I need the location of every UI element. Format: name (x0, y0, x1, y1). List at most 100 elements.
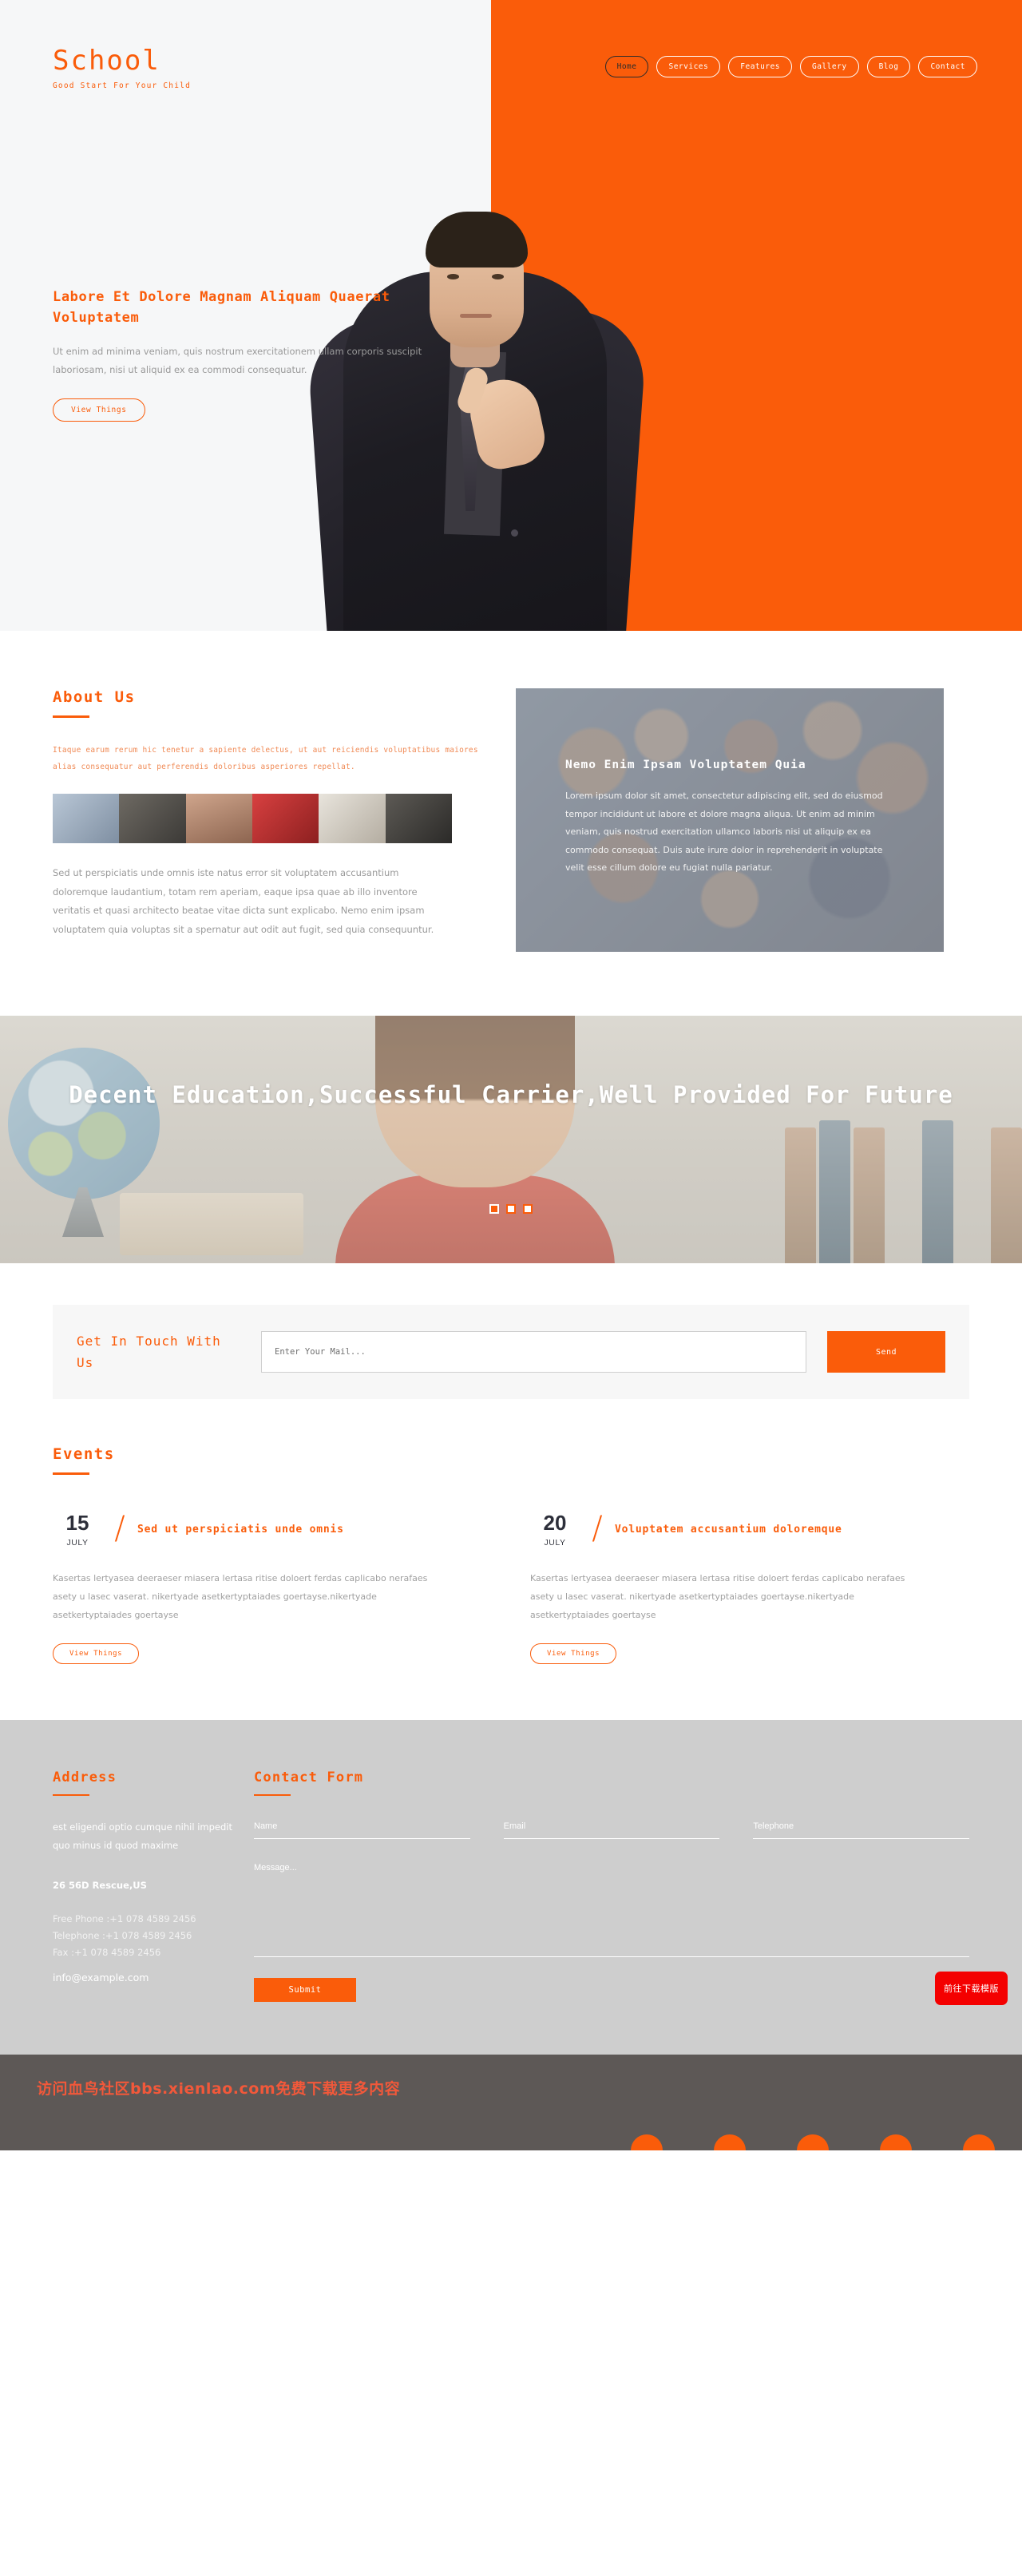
about-card-text: Lorem ipsum dolor sit amet, consectetur … (565, 791, 883, 874)
footer-free-phone: Free Phone :+1 078 4589 2456 (53, 1912, 196, 1924)
footer-name-field[interactable]: Name (254, 1821, 470, 1840)
about-card-copy: Nemo Enim Ipsam Voluptatem Quia Lorem ip… (565, 759, 893, 878)
slider-dot-3[interactable] (523, 1204, 533, 1214)
slider-pagination[interactable] (0, 1204, 1022, 1214)
about-photo-segment (53, 794, 120, 844)
about-photo-segment (319, 794, 386, 844)
slider-dot-2[interactable] (506, 1204, 516, 1214)
hero-description: Ut enim ad minima veniam, quis nostrum e… (53, 346, 422, 375)
figure-hair (426, 212, 528, 268)
about-photo-strip (53, 794, 452, 844)
hero-section: School Good Start For Your Child Home Se… (0, 0, 1022, 631)
watermark-text: 访问血鸟社区bbs.xienlao.com免费下载更多内容 (37, 2080, 401, 2098)
footer-submit-button[interactable]: Submit (254, 1978, 356, 2003)
footer-email-underline (503, 1838, 720, 1840)
about-body-text: Sed ut perspiciatis unde omnis iste natu… (53, 867, 434, 935)
download-template-float-button[interactable]: 前往下载模版 (935, 1972, 1008, 2006)
hero-copy: Labore Et Dolore Magnam Aliquam Quaerat … (53, 287, 436, 422)
linkedin-icon[interactable] (880, 2134, 912, 2151)
event-view-things-button[interactable]: View Things (530, 1643, 617, 1664)
about-card-title: Nemo Enim Ipsam Voluptatem Quia (565, 759, 806, 771)
figure-mouth (460, 314, 492, 318)
nav-item-contact[interactable]: Contact (918, 56, 977, 77)
nav-item-home[interactable]: Home (604, 56, 649, 77)
footer-telephone-underline (753, 1838, 970, 1840)
footer-form-heading: Contact Form (254, 1769, 364, 1785)
bottom-bar: 访问血鸟社区bbs.xienlao.com免费下载更多内容 (0, 2055, 1022, 2151)
footer-contact-lines: Free Phone :+1 078 4589 2456 Telephone :… (53, 1911, 235, 1987)
newsletter-bar: Get In Touch With Us Enter Your Mail... … (53, 1305, 969, 1399)
newsletter-email-input[interactable]: Enter Your Mail... (261, 1331, 806, 1373)
hero-title: Labore Et Dolore Magnam Aliquam Quaerat … (53, 289, 390, 326)
event-day: 20 (543, 1510, 567, 1535)
google-plus-icon[interactable] (797, 2134, 829, 2151)
about-heading: About Us (53, 688, 136, 706)
footer-address-rule (53, 1793, 89, 1797)
about-feature-card: Nemo Enim Ipsam Voluptatem Quia Lorem ip… (516, 688, 944, 952)
footer-email[interactable]: info@example.com (53, 1968, 235, 1987)
events-section: Events 15 JULY / Sed ut perspiciatis und… (0, 1399, 1022, 1720)
footer-message-underline (254, 1956, 969, 1958)
footer-message-area[interactable] (254, 1880, 969, 1956)
newsletter-send-button[interactable]: Send (827, 1331, 945, 1373)
brand-tagline: Good Start For Your Child (53, 81, 191, 90)
nav-item-services[interactable]: Services (656, 56, 721, 77)
about-photo-segment (119, 794, 186, 844)
footer-message-field[interactable]: Message... (254, 1863, 969, 1958)
footer-email-field[interactable]: Email (503, 1821, 720, 1840)
about-photo-segment (385, 794, 452, 844)
event-body: Kasertas lertyasea deeraeser miasera ler… (53, 1572, 428, 1620)
events-heading-rule (53, 1472, 89, 1475)
brand-logo[interactable]: School Good Start For Your Child (53, 45, 191, 90)
twitter-icon[interactable] (714, 2134, 746, 2151)
event-view-things-button[interactable]: View Things (53, 1643, 140, 1664)
event-body: Kasertas lertyasea deeraeser miasera ler… (530, 1572, 905, 1620)
event-title[interactable]: Voluptatem accusantium doloremque (615, 1524, 842, 1536)
footer-fax: Fax :+1 078 4589 2456 (53, 1947, 161, 1959)
footer-message-label: Message... (254, 1863, 297, 1873)
footer-grid: Address est eligendi optio cumque nihil … (53, 1769, 970, 2003)
slider-overlay (0, 1016, 1022, 1263)
figure-left-eye (447, 274, 459, 279)
footer-section: Address est eligendi optio cumque nihil … (0, 1719, 1022, 2055)
footer-telephone-label: Telephone (753, 1821, 794, 1832)
main-navigation[interactable]: Home Services Features Gallery Blog Cont… (604, 56, 977, 77)
footer-telephone: Telephone :+1 078 4589 2456 (53, 1929, 192, 1941)
footer-address-text: est eligendi optio cumque nihil impedit … (53, 1821, 232, 1851)
social-icons[interactable] (631, 2134, 995, 2151)
event-day: 15 (65, 1510, 89, 1535)
slider-banner: Decent Education,Successful Carrier,Well… (0, 1016, 1022, 1263)
newsletter-section: Get In Touch With Us Enter Your Mail... … (0, 1263, 1022, 1399)
slider-dot-1[interactable] (489, 1204, 499, 1214)
event-date: 20 JULY (530, 1512, 580, 1548)
figure-suit-button (511, 529, 518, 537)
about-left-column: About Us Itaque earum rerum hic tenetur … (53, 688, 484, 952)
rss-icon[interactable] (963, 2134, 995, 2151)
footer-email-label: Email (503, 1821, 526, 1832)
about-lead-text: Itaque earum rerum hic tenetur a sapient… (53, 745, 478, 772)
event-header: 15 JULY / Sed ut perspiciatis unde omnis (53, 1510, 484, 1548)
footer-address-heading: Address (53, 1769, 117, 1785)
events-grid: 15 JULY / Sed ut perspiciatis unde omnis… (53, 1509, 969, 1664)
event-title[interactable]: Sed ut perspiciatis unde omnis (137, 1524, 344, 1536)
brand-title: School (53, 45, 160, 77)
figure-right-eye (492, 274, 504, 279)
footer-address-column: Address est eligendi optio cumque nihil … (53, 1770, 235, 2003)
hero-view-things-button[interactable]: View Things (53, 398, 145, 422)
footer-form-rule (254, 1793, 291, 1797)
nav-item-features[interactable]: Features (728, 56, 793, 77)
footer-telephone-field[interactable]: Telephone (753, 1821, 970, 1840)
newsletter-title: Get In Touch With Us (77, 1333, 221, 1370)
nav-item-gallery[interactable]: Gallery (800, 56, 859, 77)
event-card: 15 JULY / Sed ut perspiciatis unde omnis… (53, 1510, 484, 1664)
event-month: JULY (544, 1537, 566, 1548)
footer-name-label: Name (254, 1821, 278, 1832)
event-slash-divider: / (592, 1509, 603, 1547)
nav-item-blog[interactable]: Blog (866, 56, 911, 77)
event-date: 15 JULY (53, 1512, 102, 1548)
facebook-icon[interactable] (631, 2134, 663, 2151)
about-photo-segment (252, 794, 319, 844)
about-photo-segment (185, 794, 252, 844)
footer-form-row: Name Email Telephone (254, 1821, 970, 1840)
about-heading-rule (53, 715, 89, 718)
